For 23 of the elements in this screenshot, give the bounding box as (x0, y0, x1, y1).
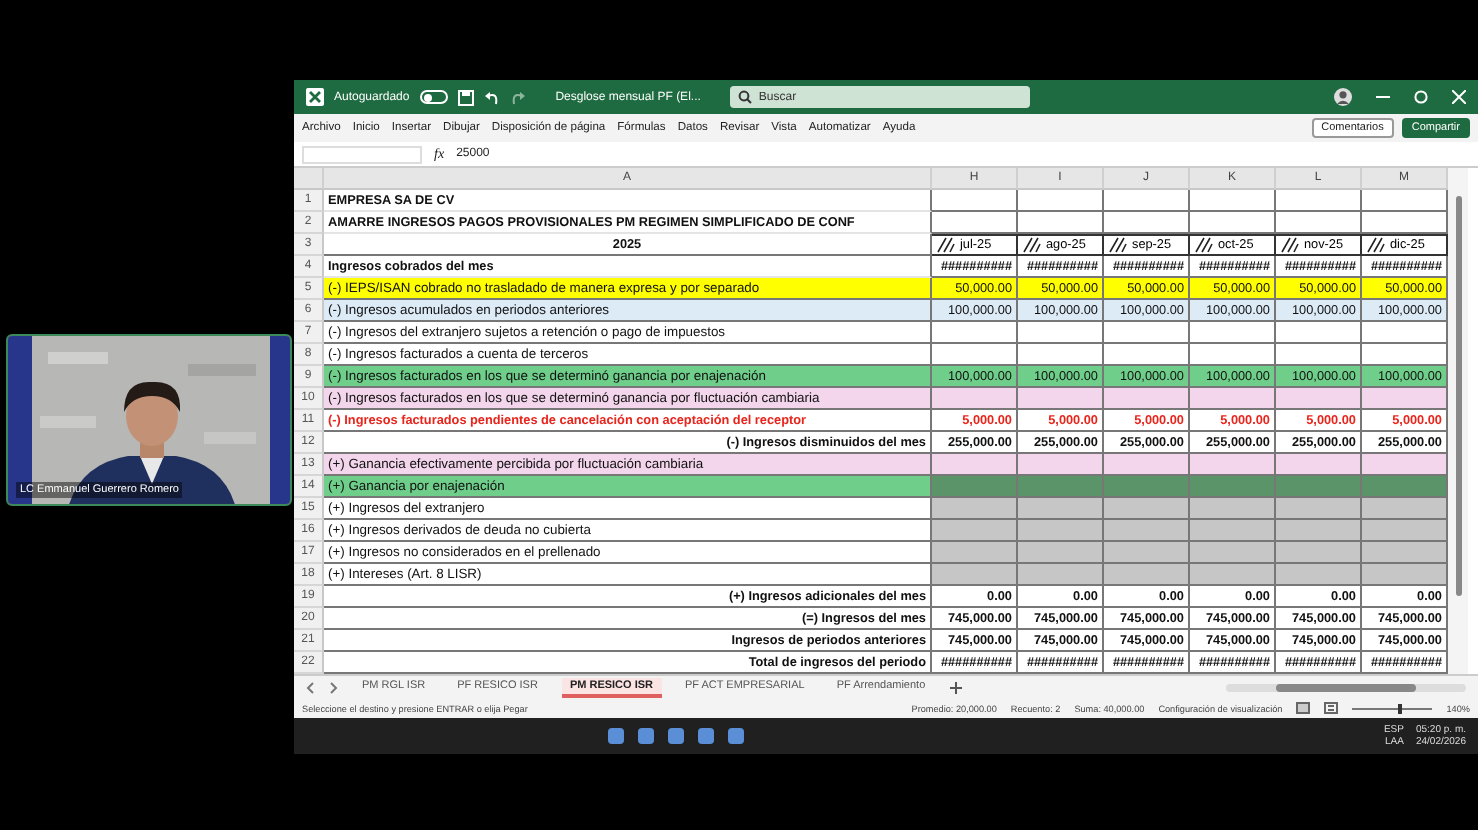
spreadsheet-logo-icon[interactable] (306, 88, 324, 106)
page-layout-icon[interactable] (1324, 702, 1339, 714)
hatch-icon (1366, 236, 1386, 254)
hatch-icon (1194, 236, 1214, 254)
save-icon[interactable] (457, 89, 474, 105)
previous-sheet-icon[interactable] (306, 681, 314, 693)
close-icon[interactable] (1452, 90, 1466, 104)
hatch-icon (936, 236, 956, 254)
avatar-icon[interactable] (1334, 88, 1352, 106)
hatch-icon (1108, 236, 1128, 254)
hatch-icon (1280, 236, 1300, 254)
restore-icon[interactable] (1414, 90, 1428, 104)
hatch-icon (1022, 236, 1042, 254)
autosave-toggle[interactable] (419, 90, 448, 104)
next-sheet-icon[interactable] (330, 681, 338, 693)
redo-icon[interactable] (509, 89, 526, 105)
vertical-scrollbar[interactable] (1455, 196, 1461, 596)
horizontal-scrollbar[interactable] (1276, 683, 1416, 691)
minimize-icon[interactable] (1376, 90, 1390, 104)
zoom-slider[interactable] (1398, 703, 1403, 713)
normal-view-icon[interactable] (1296, 702, 1311, 714)
add-sheet-icon[interactable] (949, 681, 962, 693)
undo-icon[interactable] (483, 89, 500, 105)
